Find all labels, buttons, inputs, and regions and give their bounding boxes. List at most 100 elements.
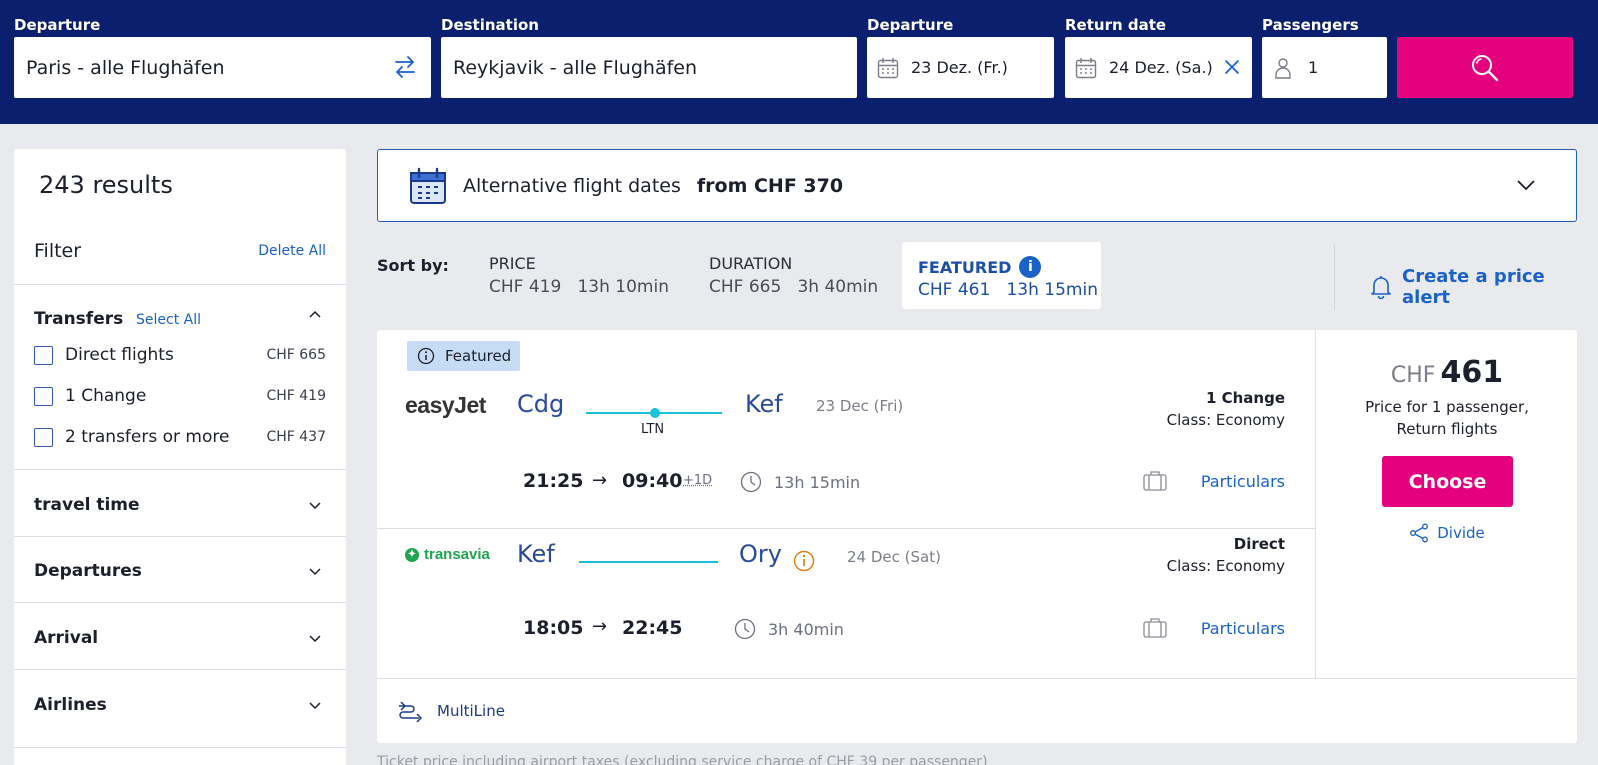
departure-date-value: 23 Dez. (Fr.) xyxy=(911,58,1008,77)
filter-option-2-transfers[interactable]: 2 transfers or more CHF 437 xyxy=(34,425,326,449)
checkbox[interactable] xyxy=(34,387,53,406)
return-label: Return date xyxy=(1065,16,1166,34)
destination-label: Destination xyxy=(441,16,539,34)
disclaimer: Ticket price including airport taxes (ex… xyxy=(377,754,988,765)
section-departures[interactable]: Departures xyxy=(34,561,142,581)
inbound-duration: 3h 40min xyxy=(734,618,844,640)
sort-duration-value: CHF 665 3h 40min xyxy=(709,277,878,297)
duration-label: 13h 15min xyxy=(774,473,860,492)
stop-dot xyxy=(650,408,660,418)
alt-dates-text: Alternative flight dates xyxy=(463,175,681,197)
swap-icon[interactable] xyxy=(393,56,417,82)
section-airlines[interactable]: Airlines xyxy=(34,695,107,715)
departure-date-input[interactable]: 23 Dez. (Fr.) xyxy=(867,37,1054,98)
section-arrival[interactable]: Arrival xyxy=(34,628,98,648)
info-icon xyxy=(417,347,435,365)
multiline-label: MultiLine xyxy=(437,702,505,720)
chevron-down-icon[interactable] xyxy=(308,497,322,511)
select-all-link[interactable]: Select All xyxy=(136,312,201,328)
warning-info-icon[interactable] xyxy=(793,550,815,572)
passengers-label: Passengers xyxy=(1262,16,1359,34)
checkbox[interactable] xyxy=(34,346,53,365)
sort-duration-title: DURATION xyxy=(709,254,878,273)
clear-icon[interactable] xyxy=(1224,59,1240,79)
divider xyxy=(1334,244,1335,310)
passengers-value: 1 xyxy=(1308,58,1318,77)
search-button[interactable] xyxy=(1397,37,1573,98)
price-note: Price for 1 passenger, Return flights xyxy=(1316,396,1578,440)
departure-input[interactable]: Paris - alle Flughäfen xyxy=(14,37,431,98)
next-day-indicator[interactable]: +1D xyxy=(683,473,712,488)
chevron-down-icon[interactable] xyxy=(308,630,322,644)
checkbox[interactable] xyxy=(34,428,53,447)
option-price: CHF 665 xyxy=(266,347,326,363)
departure-value: Paris - alle Flughäfen xyxy=(26,57,225,79)
person-icon xyxy=(1274,57,1292,79)
chevron-up-icon[interactable] xyxy=(308,307,322,321)
option-label: 2 transfers or more xyxy=(65,427,266,447)
arrival-time: 22:45 xyxy=(622,617,682,639)
changes-label: Direct xyxy=(1167,533,1285,555)
divider xyxy=(14,284,346,285)
search-header: Departure Paris - alle Flughäfen Destina… xyxy=(0,0,1598,124)
filter-option-1-change[interactable]: 1 Change CHF 419 xyxy=(34,384,326,408)
clock-icon xyxy=(740,471,762,493)
duration-label: 3h 40min xyxy=(768,620,844,639)
particulars-link[interactable]: Particulars xyxy=(1201,619,1285,638)
transavia-logo: ✦ transavia xyxy=(405,546,490,563)
price-box: CHF 461 Price for 1 passenger, Return fl… xyxy=(1315,330,1577,678)
inbound-changes: Direct Class: Economy xyxy=(1167,533,1285,577)
delete-all-link[interactable]: Delete All xyxy=(258,243,326,259)
sort-price-title: PRICE xyxy=(489,254,669,273)
sort-featured-value: CHF 461 13h 15min xyxy=(918,280,1098,300)
divider xyxy=(14,469,346,470)
chevron-down-icon[interactable] xyxy=(1516,178,1536,192)
choose-button[interactable]: Choose xyxy=(1382,456,1513,507)
arrow-right-icon: → xyxy=(592,616,607,637)
alternative-dates-banner[interactable]: Alternative flight dates from CHF 370 xyxy=(377,149,1577,222)
calendar-icon xyxy=(409,167,447,205)
transfers-title[interactable]: Transfers xyxy=(34,309,123,329)
section-travel-time[interactable]: travel time xyxy=(34,495,140,515)
calendar-icon xyxy=(1075,57,1097,79)
sort-price-value: CHF 419 13h 10min xyxy=(489,277,669,297)
particulars-link[interactable]: Particulars xyxy=(1201,472,1285,491)
departure-time: 18:05 xyxy=(523,617,583,639)
price-alert-link[interactable]: Create a price alert xyxy=(1370,266,1598,308)
inbound-to: Ory xyxy=(739,540,782,568)
outbound-date: 23 Dec (Fri) xyxy=(816,397,903,415)
sort-price[interactable]: PRICE CHF 419 13h 10min xyxy=(489,254,669,297)
filter-option-direct[interactable]: Direct flights CHF 665 xyxy=(34,343,326,367)
transavia-mark-icon: ✦ xyxy=(405,548,419,562)
share-icon xyxy=(1409,523,1429,543)
divider xyxy=(14,747,346,748)
price-note-line-2: Return flights xyxy=(1316,418,1578,440)
inbound-from: Kef xyxy=(517,540,555,568)
search-icon xyxy=(1470,53,1500,83)
sort-duration[interactable]: DURATION CHF 665 3h 40min xyxy=(709,254,878,297)
filter-title: Filter xyxy=(34,240,81,262)
info-icon[interactable]: i xyxy=(1019,256,1041,278)
departure-time: 21:25 xyxy=(523,470,583,492)
return-date-input[interactable]: 24 Dez. (Sa.) xyxy=(1065,37,1252,98)
chevron-down-icon[interactable] xyxy=(308,697,322,711)
inbound-date: 24 Dec (Sat) xyxy=(847,548,941,566)
sort-featured[interactable]: FEATURED i CHF 461 13h 15min xyxy=(902,242,1101,309)
chevron-down-icon[interactable] xyxy=(308,563,322,577)
total-price: CHF 461 xyxy=(1316,355,1578,390)
departure-label: Departure xyxy=(14,16,100,34)
result-footer: MultiLine xyxy=(377,678,1577,743)
passengers-input[interactable]: 1 xyxy=(1262,37,1387,98)
outbound-to: Kef xyxy=(745,390,783,418)
destination-input[interactable]: Reykjavik - alle Flughäfen xyxy=(441,37,857,98)
multiline-icon xyxy=(397,699,423,723)
outbound-changes: 1 Change Class: Economy xyxy=(1167,387,1285,431)
outbound-from: Cdg xyxy=(517,390,564,418)
divide-link[interactable]: Divide xyxy=(1316,523,1578,543)
price-note-line-1: Price for 1 passenger, xyxy=(1316,396,1578,418)
divider xyxy=(14,669,346,670)
featured-badge: Featured xyxy=(407,341,520,371)
divider xyxy=(377,528,1315,529)
alt-dates-price: from CHF 370 xyxy=(697,175,843,197)
easyjet-logo: easyJet xyxy=(405,392,486,419)
